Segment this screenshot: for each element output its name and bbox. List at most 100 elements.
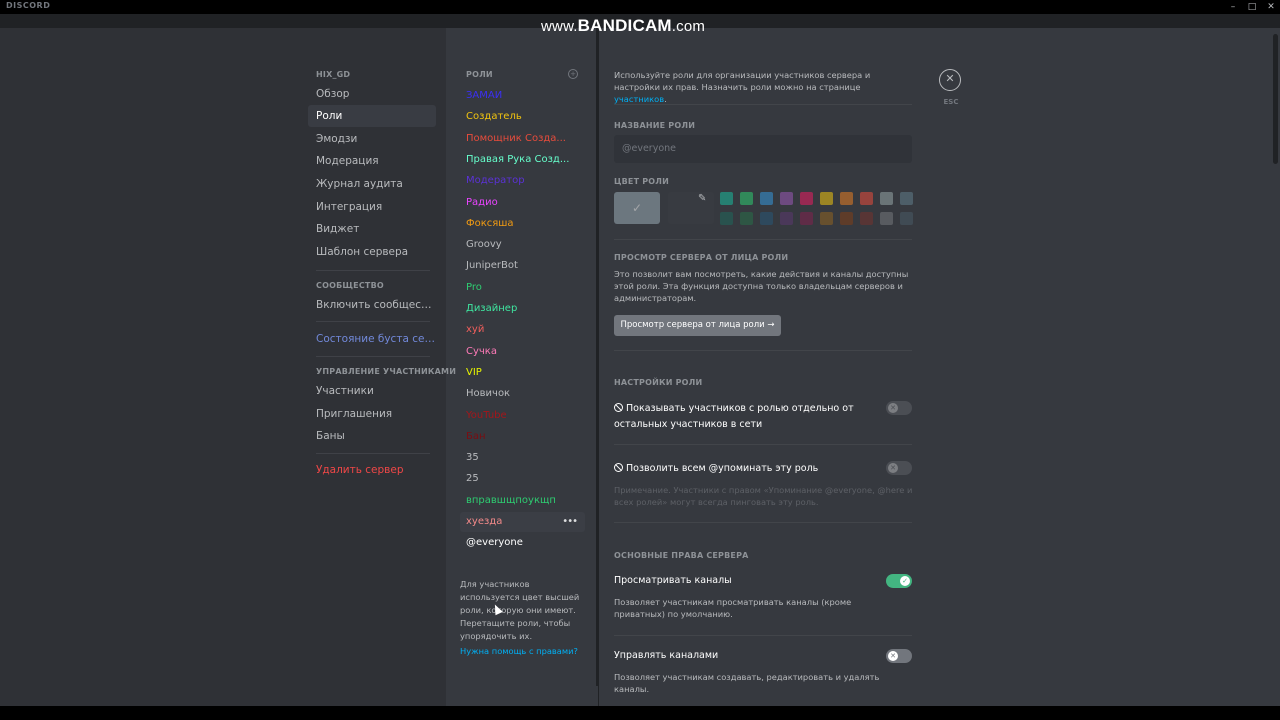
sidebar-item-widget[interactable]: Виджет: [308, 218, 436, 240]
sidebar-item-emoji[interactable]: Эмодзи: [308, 128, 436, 150]
bandicam-watermark: www.BANDICAM.com: [541, 16, 706, 35]
close-settings-button[interactable]: ✕: [939, 69, 961, 91]
sidebar-item-integrations[interactable]: Интеграция: [308, 196, 436, 218]
sidebar-item-invites[interactable]: Приглашения: [308, 403, 436, 425]
window-close-button[interactable]: ✕: [1262, 0, 1280, 14]
manage-channels-description: Позволяет участникам создавать, редактир…: [614, 672, 880, 694]
sidebar-item-audit-log[interactable]: Журнал аудита: [308, 173, 436, 195]
color-swatch[interactable]: [760, 192, 773, 205]
role-item[interactable]: Дизайнер: [460, 299, 585, 319]
more-options-icon[interactable]: •••: [562, 512, 578, 532]
role-item[interactable]: Сучка: [460, 342, 585, 362]
sidebar-item-moderation[interactable]: Модерация: [308, 150, 436, 172]
color-swatch[interactable]: [740, 212, 753, 225]
role-name: Создатель: [466, 111, 522, 123]
sidebar-item-roles[interactable]: Роли: [308, 105, 436, 127]
roles-intro-text: Используйте роли для организации участни…: [614, 70, 871, 104]
mentionable-note: Примечание. Участники с правом «Упоминан…: [614, 485, 913, 507]
color-swatch[interactable]: [720, 192, 733, 205]
role-item[interactable]: Pro: [460, 278, 585, 298]
view-as-role-description: Это позволит вам посмотреть, какие дейст…: [614, 269, 909, 303]
permissions-help-link[interactable]: Нужна помощь с правами?: [460, 645, 590, 658]
color-swatch[interactable]: [860, 192, 873, 205]
maximize-button[interactable]: □: [1243, 0, 1261, 14]
add-role-icon[interactable]: +: [568, 69, 578, 79]
role-item[interactable]: 35: [460, 448, 585, 468]
scrollbar-thumb[interactable]: [1273, 34, 1278, 164]
color-swatch[interactable]: [780, 192, 793, 205]
sidebar-item-enable-community[interactable]: Включить сообщество: [308, 294, 436, 316]
role-item[interactable]: YouTube: [460, 406, 585, 426]
color-swatch[interactable]: [720, 212, 733, 225]
view-channels-toggle[interactable]: ✓: [886, 574, 912, 588]
role-item[interactable]: хуй: [460, 320, 585, 340]
manage-channels-toggle[interactable]: ✕: [886, 649, 912, 663]
color-swatch[interactable]: [900, 212, 913, 225]
sidebar-item-members[interactable]: Участники: [308, 380, 436, 402]
role-name: JuniperBot: [466, 260, 518, 272]
disabled-icon: [614, 463, 623, 472]
window-titlebar: DISCORD – □ ✕: [0, 0, 1280, 14]
role-item[interactable]: ЗАМАИ: [460, 86, 585, 106]
role-item[interactable]: Groovy: [460, 235, 585, 255]
role-item[interactable]: JuniperBot: [460, 256, 585, 276]
role-name: Новичок: [466, 388, 511, 400]
role-item[interactable]: Правая Рука Созд...: [460, 150, 585, 170]
pencil-icon: ✎: [698, 193, 707, 204]
scrollbar[interactable]: [1270, 28, 1280, 706]
role-name: Pro: [466, 281, 482, 293]
color-swatch[interactable]: [780, 212, 793, 225]
role-item[interactable]: Фоксяша: [460, 214, 585, 234]
color-swatch[interactable]: [740, 192, 753, 205]
color-swatch[interactable]: [800, 192, 813, 205]
role-item[interactable]: Модератор: [460, 171, 585, 191]
section-divider: [614, 239, 912, 240]
hoist-role-toggle[interactable]: ✕: [886, 401, 912, 415]
sidebar-divider: [316, 270, 430, 271]
disabled-icon: [614, 403, 623, 412]
role-name: Модератор: [466, 175, 525, 187]
color-swatch[interactable]: [840, 212, 853, 225]
color-swatch[interactable]: [820, 192, 833, 205]
minimize-button[interactable]: –: [1224, 0, 1242, 14]
role-item[interactable]: Новичок: [460, 384, 585, 404]
members-link[interactable]: участников: [614, 94, 664, 104]
sidebar-divider: [316, 356, 430, 357]
role-name: VIP: [466, 366, 482, 378]
mentionable-toggle[interactable]: ✕: [886, 461, 912, 475]
role-name: хуй: [466, 324, 485, 336]
role-item[interactable]: Создатель: [460, 107, 585, 127]
color-swatch[interactable]: [820, 212, 833, 225]
role-order-note: Для участников используется цвет высшей …: [460, 579, 580, 641]
role-item[interactable]: хуезда •••: [460, 512, 585, 532]
role-item[interactable]: Бан: [460, 427, 585, 447]
role-item[interactable]: вправшщпоукщп: [460, 491, 585, 511]
role-settings-header: НАСТРОЙКИ РОЛИ: [614, 378, 703, 387]
sidebar-item-server-template[interactable]: Шаблон сервера: [308, 241, 436, 263]
color-swatch[interactable]: [760, 212, 773, 225]
sidebar-item-boost-status[interactable]: Состояние буста серв...: [308, 328, 436, 350]
default-color-swatch[interactable]: ✓: [614, 192, 660, 224]
color-swatch[interactable]: [900, 192, 913, 205]
role-name-input[interactable]: @everyone: [614, 135, 912, 163]
manage-channels-label: Управлять каналами: [614, 650, 719, 661]
custom-color-swatch[interactable]: [668, 192, 714, 224]
sidebar-item-overview[interactable]: Обзор: [308, 83, 436, 105]
color-swatch[interactable]: [880, 192, 893, 205]
color-swatch[interactable]: [800, 212, 813, 225]
role-item[interactable]: Радио: [460, 193, 585, 213]
color-swatch[interactable]: [880, 212, 893, 225]
color-swatch[interactable]: [840, 192, 853, 205]
role-name: Groovy: [466, 239, 502, 251]
role-item[interactable]: VIP: [460, 363, 585, 383]
role-name: ЗАМАИ: [466, 90, 503, 101]
delete-server-button[interactable]: Удалить сервер: [308, 459, 436, 481]
view-as-role-button[interactable]: Просмотр сервера от лица роли →: [614, 315, 781, 336]
role-item[interactable]: @everyone: [460, 533, 585, 553]
sidebar-item-bans[interactable]: Баны: [308, 425, 436, 447]
role-item[interactable]: Помощник Созда...: [460, 129, 585, 149]
role-name: Сучка: [466, 345, 497, 357]
color-swatch[interactable]: [860, 212, 873, 225]
role-item[interactable]: 25: [460, 469, 585, 489]
server-name-header: HIX_GD: [316, 70, 351, 79]
